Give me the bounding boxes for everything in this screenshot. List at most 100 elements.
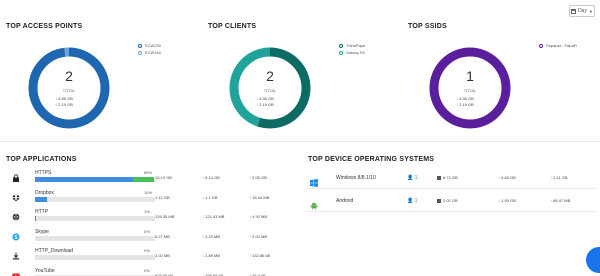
time-filter-select[interactable]: Day ▼	[569, 5, 595, 17]
os-count-value: 1	[414, 175, 418, 181]
storage-icon	[437, 198, 441, 203]
access-points-down: 4.56 GB	[58, 96, 73, 101]
access-points-legend: ECW230 ECW160	[138, 42, 161, 56]
app-total: 10.19 GB	[155, 175, 172, 180]
app-upload: ↑ 18.44 MB	[249, 195, 269, 200]
app-row[interactable]: HTTP_Download 0% 3.02 MB ↓ 2.89 MB ↑ 132.86 …	[6, 248, 296, 268]
chat-button[interactable]	[586, 247, 600, 273]
legend-item: Papanet - PapaFi	[546, 43, 578, 48]
top-ssids-title: TOP SSIDS	[408, 23, 447, 30]
clients-down: 4.56 GB	[259, 96, 274, 101]
section-divider	[0, 141, 600, 142]
app-upload-value: 4.92 MB	[252, 214, 268, 219]
app-download-value: 2.89 MB	[205, 253, 221, 258]
os-upload-value: 86.47 MB	[553, 198, 571, 203]
app-percent: 0%	[144, 248, 150, 253]
os-name: Windows 8/8.1/10	[336, 175, 376, 181]
clients-total-label: TOTAL	[263, 88, 277, 93]
dropbox-icon	[12, 194, 20, 202]
app-row[interactable]: HTTPS 89% 10.19 GB ↓ 8.14 GB ↑ 2.05 GB	[6, 170, 296, 190]
app-row[interactable]: HTTP 1% 126.35 MB ↓ 121.43 MB ↑ 4.92 MB	[6, 209, 296, 229]
os-name: Android	[336, 198, 354, 204]
os-upload: ↑ 86.47 MB	[550, 198, 570, 203]
os-upload-value: 2.11 GB	[553, 175, 568, 180]
arrow-down-icon: ↓	[456, 96, 458, 101]
user-icon: 👤	[407, 175, 414, 181]
os-download: ↓ 1.93 GB	[498, 198, 516, 203]
app-download: ↓ 3.23 MB	[202, 234, 220, 239]
top-applications-title: TOP APPLICATIONS	[6, 156, 77, 163]
storage-icon	[437, 175, 441, 180]
app-total: 5.27 MB	[155, 233, 170, 239]
app-row[interactable]: S Skype 0% 5.27 MB ↓ 3.23 MB ↑ 2.04 MB	[6, 229, 296, 249]
os-total: 6.74 GB	[437, 175, 458, 180]
app-row[interactable]: Dropbox 10% 1.12 GB ↓ 1.1 GB ↑ 18.44 MB	[6, 190, 296, 210]
ssids-total: 1	[466, 68, 474, 84]
app-usage-bar-download	[35, 196, 47, 202]
os-client-count: 👤 1	[407, 175, 417, 181]
os-upload: ↑ 2.11 GB	[550, 175, 568, 180]
user-icon: 👤	[407, 198, 414, 204]
os-row[interactable]: Android 👤 1 2.02 GB ↓ 1.93 GB ↑ 86.47 MB	[306, 190, 596, 212]
top-access-points-title: TOP ACCESS POINTS	[6, 23, 83, 30]
app-total: 825.05 kB	[155, 272, 174, 276]
app-usage-bar	[35, 255, 155, 260]
ssids-total-label: TOTAL	[463, 88, 477, 93]
arrow-down-icon: ↓	[498, 198, 500, 203]
os-total-value: 6.74 GB	[443, 175, 458, 180]
ssids-donut[interactable]: 1 TOTAL ↓ 4.56 GB ↑ 2.19 GB	[428, 46, 512, 130]
arrow-up-icon: ↑	[550, 198, 552, 203]
arrow-up-icon: ↑	[256, 102, 258, 107]
os-row[interactable]: Windows 8/8.1/10 👤 1 6.74 GB ↓ 4.63 GB ↑ 2.1…	[306, 167, 596, 189]
arrow-up-icon: ↑	[550, 175, 552, 180]
legend-dot-icon	[339, 43, 343, 48]
app-upload: ↑ 26.4 kB	[249, 273, 266, 276]
arrow-up-icon: ↑	[249, 233, 251, 239]
os-download-value: 4.63 GB	[501, 175, 516, 180]
app-download: ↓ 8.14 GB	[202, 175, 220, 180]
app-usage-bar	[35, 235, 155, 241]
top-device-os-title: TOP DEVICE OPERATING SYSTEMS	[308, 156, 435, 163]
lock-icon	[12, 174, 20, 182]
app-total: 126.35 MB	[155, 214, 175, 219]
app-name: HTTP	[35, 209, 49, 215]
ssids-up: 2.19 GB	[459, 102, 474, 107]
arrow-up-icon: ↑	[456, 102, 458, 107]
app-download: ↓ 1.1 GB	[202, 195, 218, 200]
app-download-value: 798.65 kB	[205, 272, 224, 276]
clients-total: 2	[266, 68, 274, 84]
app-upload: ↑ 4.92 MB	[249, 214, 267, 219]
access-points-donut[interactable]: 2 TOTAL ↓ 4.56 GB ↑ 2.19 GB	[27, 46, 111, 130]
app-usage-bar	[35, 216, 155, 221]
app-download: ↓ 798.65 kB	[202, 273, 223, 276]
chevron-down-icon: ▼	[588, 8, 593, 14]
arrow-up-icon: ↑	[249, 175, 251, 180]
arrow-up-icon: ↑	[249, 253, 251, 258]
app-upload-value: 2.04 MB	[252, 233, 268, 239]
app-usage-bar	[35, 196, 155, 202]
legend-dot-icon	[138, 50, 142, 55]
clients-donut[interactable]: 2 TOTAL ↓ 4.56 GB ↑ 2.19 GB	[228, 46, 312, 130]
app-percent: 0%	[144, 267, 150, 273]
youtube-icon	[12, 272, 20, 276]
android-icon	[310, 197, 318, 210]
download-icon	[12, 252, 20, 260]
arrow-up-icon: ↑	[249, 214, 251, 219]
app-upload-value: 132.86 kB	[252, 253, 271, 258]
time-filter-value: Day	[578, 8, 587, 14]
app-total: 1.12 GB	[155, 194, 170, 200]
arrow-down-icon: ↓	[202, 175, 204, 180]
os-client-count: 👤 1	[407, 198, 417, 204]
app-upload: ↑ 132.86 kB	[249, 253, 270, 258]
app-total: 3.02 MB	[155, 253, 170, 258]
access-points-up: 2.19 GB	[58, 102, 73, 107]
app-upload-value: 2.05 GB	[252, 175, 267, 180]
app-name: HTTP_Download	[35, 248, 74, 254]
clients-up: 2.19 GB	[259, 102, 274, 107]
app-usage-bar-download	[35, 177, 134, 182]
app-row[interactable]: YouTube 0% 825.05 kB ↓ 798.65 kB ↑ 26.4 kB	[6, 268, 296, 276]
app-name: HTTPS	[35, 170, 52, 176]
arrow-down-icon: ↓	[202, 272, 204, 276]
clients-legend: ThinkPape Galaxy-S9	[339, 42, 365, 56]
arrow-down-icon: ↓	[202, 214, 204, 219]
